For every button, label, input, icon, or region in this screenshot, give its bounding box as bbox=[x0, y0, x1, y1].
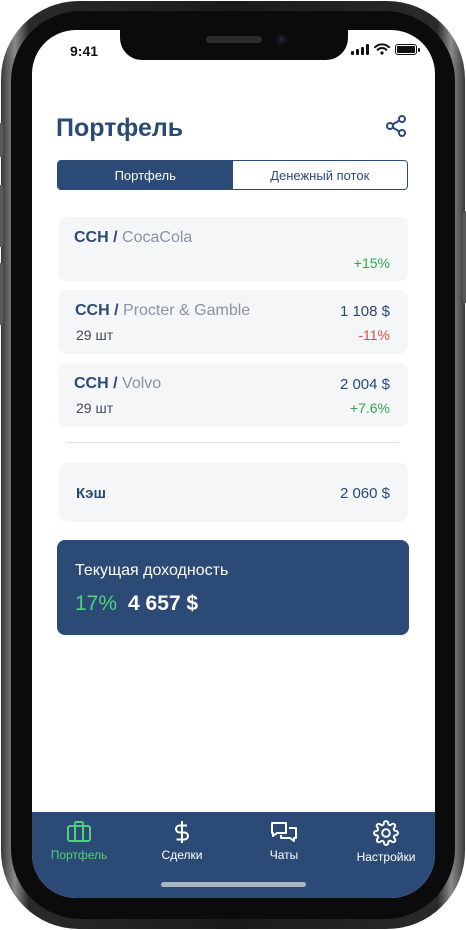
holding-company: Volvo bbox=[122, 375, 162, 392]
holding-ticker: CCH bbox=[75, 302, 110, 319]
status-icons bbox=[351, 43, 420, 55]
speaker bbox=[206, 36, 262, 43]
tab-cash-flow[interactable]: Денежный поток bbox=[232, 161, 407, 189]
home-indicator[interactable] bbox=[161, 882, 306, 887]
tabbar-label: Сделки bbox=[161, 848, 203, 862]
holding-card[interactable]: CCH / Volvo 29 шт 2 004 $ +7.6% bbox=[58, 363, 408, 427]
battery-icon bbox=[395, 43, 420, 55]
yield-label: Текущая доходность bbox=[75, 562, 229, 579]
cash-value: 2 060 $ bbox=[339, 485, 390, 502]
divider bbox=[66, 442, 399, 443]
side-button-left bbox=[0, 185, 3, 247]
side-button-left bbox=[0, 123, 3, 157]
page-title: Портфель bbox=[56, 114, 184, 142]
holding-name: CCH / Volvo bbox=[74, 375, 161, 393]
current-yield-card: Текущая доходность 17% 4 657 $ bbox=[57, 540, 409, 635]
holding-company: Procter & Gamble bbox=[123, 302, 251, 319]
holding-quantity: 29 шт bbox=[76, 327, 114, 343]
cash-card[interactable]: Кэш 2 060 $ bbox=[59, 463, 408, 522]
tabbar-label: Настройки bbox=[356, 850, 416, 864]
yield-amount: 4 657 $ bbox=[128, 592, 199, 615]
share-icon[interactable] bbox=[384, 114, 408, 138]
dollar-icon bbox=[175, 821, 189, 843]
holding-name: CCH / Procter & Gamble bbox=[75, 302, 250, 320]
holding-card[interactable]: CCH / CocaCola +15% bbox=[58, 217, 408, 281]
holding-ticker: CCH bbox=[74, 375, 109, 392]
chat-icon bbox=[271, 822, 297, 842]
holding-company: CocaCola bbox=[122, 229, 193, 246]
holding-change: +7.6% bbox=[349, 400, 390, 416]
holding-change: +15% bbox=[353, 255, 390, 271]
holding-separator: / bbox=[113, 375, 118, 392]
tabbar-label: Чаты bbox=[269, 848, 299, 862]
notch bbox=[120, 30, 348, 60]
holding-ticker: CCH bbox=[74, 229, 109, 246]
holding-amount: 1 108 $ bbox=[339, 303, 390, 320]
holding-card[interactable]: CCH / Procter & Gamble 29 шт 1 108 $ -11… bbox=[58, 290, 408, 354]
holding-quantity: 29 шт bbox=[76, 400, 114, 416]
tabbar-item-chats[interactable]: Чаты bbox=[239, 820, 329, 862]
screen: 9:41 Портфель Портфель Денежный поток CC… bbox=[32, 30, 435, 898]
yield-percent: 17% bbox=[75, 592, 118, 615]
holding-separator: / bbox=[113, 229, 118, 246]
tabbar-item-portfolio[interactable]: Портфель bbox=[34, 820, 124, 862]
tabbar-item-deals[interactable]: Сделки bbox=[137, 820, 227, 862]
holding-amount: 2 004 $ bbox=[339, 376, 390, 393]
segmented-control: Портфель Денежный поток bbox=[57, 160, 408, 190]
cash-label: Кэш bbox=[76, 485, 106, 502]
tabbar-label: Портфель bbox=[50, 848, 108, 862]
status-time: 9:41 bbox=[70, 43, 99, 59]
tab-portfolio[interactable]: Портфель bbox=[58, 161, 233, 189]
holding-change: -11% bbox=[358, 327, 390, 343]
briefcase-icon bbox=[67, 821, 91, 842]
wifi-icon bbox=[374, 43, 390, 55]
signal-icon bbox=[351, 43, 369, 55]
holding-name: CCH / CocaCola bbox=[74, 229, 192, 247]
side-button-left bbox=[0, 263, 3, 325]
camera bbox=[276, 34, 287, 45]
holding-separator: / bbox=[114, 302, 119, 319]
tabbar-item-settings[interactable]: Настройки bbox=[341, 820, 431, 864]
gear-icon bbox=[373, 820, 399, 846]
